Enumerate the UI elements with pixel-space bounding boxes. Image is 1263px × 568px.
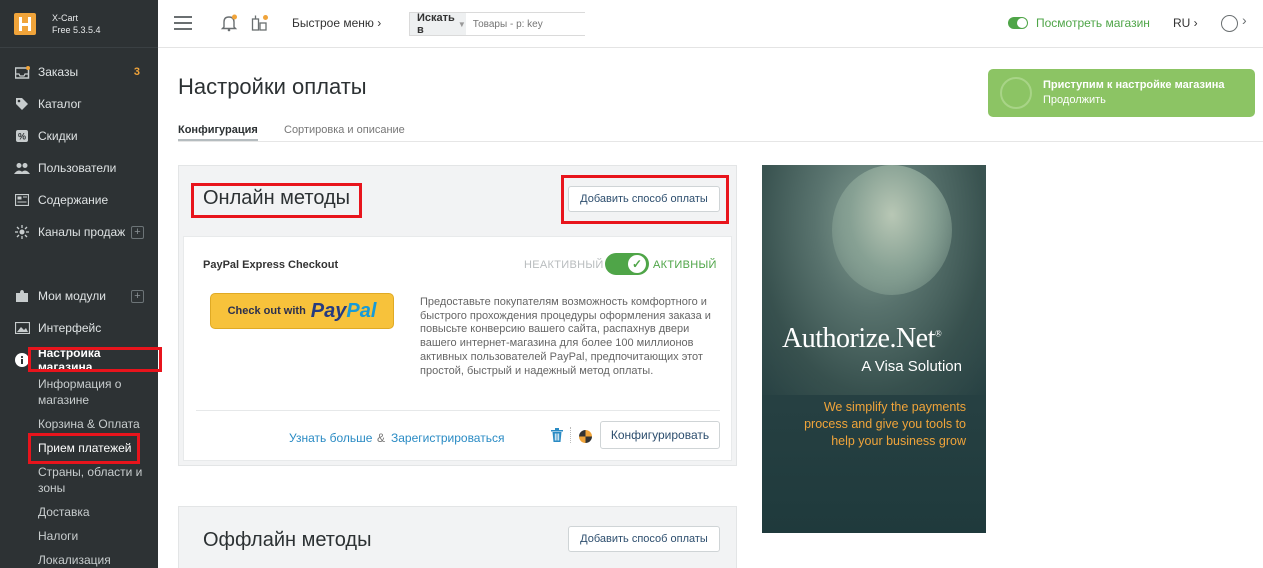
paypal-method-card: PayPal Express Checkout НЕАКТИВНЫЙ ✓ АКТ… [183,236,732,461]
sidebar-item-label: Мои модули [38,289,106,303]
search-bar: Искать в ▼ [409,12,605,36]
expand-plus-icon[interactable]: + [131,289,144,303]
module-settings-icon[interactable] [579,430,592,443]
sidebar-item-label: Заказы [38,65,79,79]
sidebar-item-label: Интерфейс [38,321,102,335]
sidebar-item-label: Пользователи [38,161,117,175]
card-divider [196,410,720,411]
sidebar-item-sales-channels[interactable]: Каналы продаж + [0,221,158,243]
configure-button[interactable]: Конфигурировать [600,421,720,449]
ad-tagline: We simplify the payments process and giv… [804,400,966,448]
tag-icon [14,97,30,111]
sidebar-item-interface[interactable]: Интерфейс [0,317,158,339]
content-icon [14,193,30,207]
progress-circle-icon [1000,77,1032,109]
learn-more-link[interactable]: Узнать больше [289,431,372,445]
user-account-icon[interactable] [1221,12,1247,32]
trash-icon[interactable] [551,428,563,442]
sidebar-item-catalog[interactable]: Каталог [0,93,158,115]
dropdown-caret-icon: ▼ [457,19,466,29]
sidebar-subitem-shipping[interactable]: Доставка [38,504,153,520]
highlight-add-button [561,175,729,224]
inactive-label: НЕАКТИВНЫЙ [524,259,604,271]
store-status-toggle[interactable] [1008,17,1028,29]
sidebar-item-label: Содержание [38,193,109,207]
add-offline-payment-button[interactable]: Добавить способ оплаты [568,526,720,552]
method-active-toggle[interactable]: ✓ [605,253,649,275]
setup-banner-continue[interactable]: Продолжить [1043,94,1106,106]
svg-text:%: % [18,132,26,142]
paypal-checkout-logo: Check out with Pay Pal [210,293,394,329]
sidebar-subitem-cart-payment[interactable]: Корзина & Оплата [38,416,153,432]
sidebar-item-users[interactable]: Пользователи [0,157,158,179]
highlight-online-title [191,183,362,218]
hamburger-menu-icon[interactable] [174,16,192,30]
authorize-net-ad-banner[interactable]: Authorize.Net® A Visa Solution We simpli… [762,165,986,533]
ad-subtitle: A Visa Solution [861,358,962,375]
logo[interactable]: X-Cart Free 5.3.5.4 [0,0,158,48]
tabs-divider [178,141,1263,142]
ad-brand-logo: Authorize.Net® [782,323,942,354]
sidebar-item-label: Каналы продаж [38,225,126,239]
check-icon: ✓ [628,255,646,273]
view-store-link[interactable]: Посмотреть магазин [1008,16,1150,30]
setup-banner-title: Приступим к настройке магазина [1043,79,1225,91]
method-name: PayPal Express Checkout [203,259,339,271]
users-icon [14,161,30,175]
xcart-logo-icon [14,12,36,35]
sales-channels-icon [14,225,30,239]
topbar: Быстрое меню › Искать в ▼ Посмотреть маг… [158,0,1263,48]
sidebar-subitem-taxes[interactable]: Налоги [38,528,153,544]
tab-sorting-description[interactable]: Сортировка и описание [284,124,405,136]
highlight-store-setup [28,347,162,372]
sidebar-item-label: Скидки [38,129,78,143]
offline-methods-section: Оффлайн методы Добавить способ оплаты [178,506,737,568]
sidebar-item-label: Каталог [38,97,82,111]
method-description: Предоставьте покупателям возможность ком… [420,296,711,377]
language-selector[interactable]: RU › [1173,16,1198,30]
quick-menu-button[interactable]: Быстрое меню › [292,16,381,30]
tab-configuration[interactable]: Конфигурация [178,124,258,141]
active-label: АКТИВНЫЙ [653,259,717,271]
expand-plus-icon[interactable]: + [131,225,144,239]
sidebar-item-discounts[interactable]: % Скидки [0,125,158,147]
store-network-icon[interactable] [251,14,271,34]
sidebar-subitem-store-info[interactable]: Информация о магазине [38,376,153,408]
highlight-payment-methods [28,433,140,464]
page-title: Настройки оплаты [178,74,367,99]
orders-count-badge: 3 [133,66,140,78]
image-icon [14,321,30,335]
app-version: Free 5.3.5.4 [52,24,101,35]
sidebar-subitem-countries[interactable]: Страны, области и зоны [38,464,153,496]
puzzle-icon [14,289,30,303]
offline-methods-title: Оффлайн методы [203,529,372,551]
sidebar-item-orders[interactable]: Заказы 3 [0,61,158,83]
discount-icon: % [14,129,30,143]
sidebar: X-Cart Free 5.3.5.4 Заказы 3 Каталог % С… [0,0,162,568]
ad-person-image [832,165,952,295]
icon-divider [570,427,571,443]
sidebar-item-my-modules[interactable]: Мои модули + [0,285,158,307]
store-setup-banner[interactable]: Приступим к настройке магазина Продолжит… [988,69,1255,117]
app-name: X-Cart [52,12,79,23]
register-link[interactable]: Зарегистрироваться [391,431,504,445]
inbox-icon [14,65,30,79]
bell-icon[interactable] [220,14,240,34]
link-separator: & [377,431,386,445]
sidebar-item-content[interactable]: Содержание [0,189,158,211]
sidebar-subitem-localization[interactable]: Локализация [38,552,153,568]
search-input[interactable] [465,13,605,35]
search-scope-dropdown[interactable]: Искать в ▼ [410,12,466,36]
